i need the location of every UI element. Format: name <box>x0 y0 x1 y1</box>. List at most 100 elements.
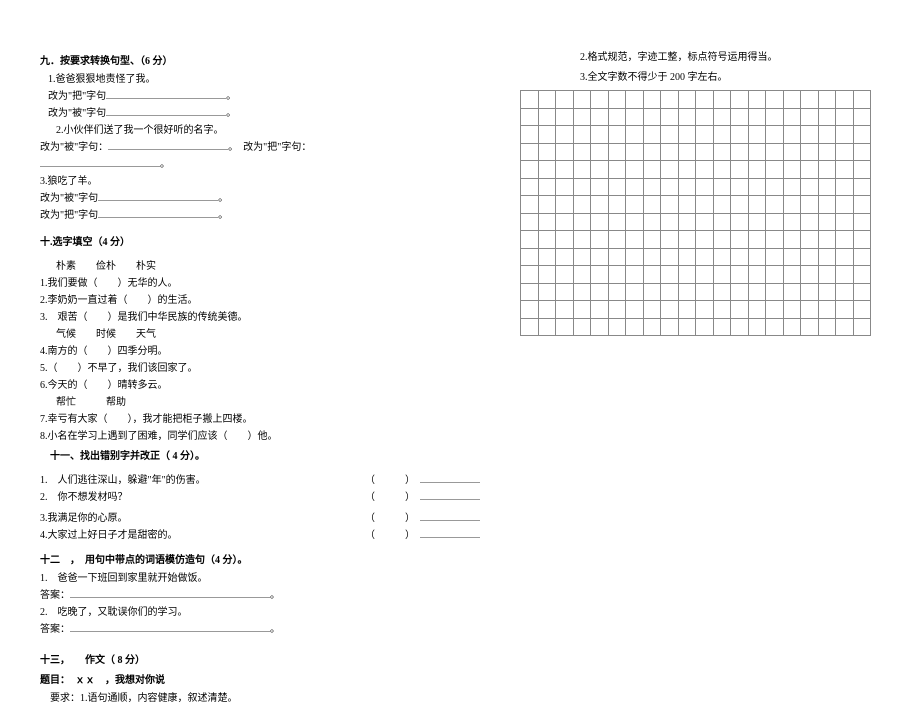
grid-cell <box>731 126 749 144</box>
grid-cell <box>853 318 871 336</box>
grid-cell <box>801 108 819 126</box>
grid-cell <box>801 283 819 301</box>
grid-cell <box>556 318 574 336</box>
grid-cell <box>748 178 766 196</box>
grid-cell <box>538 266 556 284</box>
blank <box>98 191 218 201</box>
grid-cell <box>766 248 784 266</box>
grid-cell <box>766 301 784 319</box>
blank <box>106 106 226 116</box>
grid-cell <box>591 266 609 284</box>
grid-cell <box>853 126 871 144</box>
grid-cell <box>661 108 679 126</box>
section11-q4: 4.大家过上好日子才是甜密的。 （ ） <box>40 528 480 544</box>
grid-cell <box>643 196 661 214</box>
section10-q6: 6.今天的（ ）晴转多云。 <box>40 378 480 394</box>
grid-cell <box>748 196 766 214</box>
grid-cell <box>731 161 749 179</box>
grid-cell <box>783 231 801 249</box>
grid-cell <box>573 161 591 179</box>
grid-cell <box>801 231 819 249</box>
grid-cell <box>591 301 609 319</box>
grid-cell <box>678 231 696 249</box>
blank <box>40 157 160 167</box>
grid-cell <box>538 161 556 179</box>
section9-item3-bei: 改为"被"字句。 <box>40 191 480 207</box>
grid-cell <box>818 108 836 126</box>
grid-cell <box>836 318 854 336</box>
grid-cell <box>661 231 679 249</box>
grid-cell <box>836 126 854 144</box>
ans-label: 答案： <box>40 624 70 635</box>
grid-cell <box>591 318 609 336</box>
grid-cell <box>731 178 749 196</box>
grid-cell <box>783 178 801 196</box>
grid-cell <box>678 283 696 301</box>
grid-cell <box>643 161 661 179</box>
grid-cell <box>696 213 714 231</box>
bei-label: 改为"被"字句： <box>40 142 108 153</box>
grid-cell <box>678 143 696 161</box>
grid-cell <box>836 266 854 284</box>
grid-cell <box>626 178 644 196</box>
grid-cell <box>678 126 696 144</box>
grid-cell <box>521 231 539 249</box>
grid-cell <box>626 283 644 301</box>
grid-cell <box>573 178 591 196</box>
grid-cell <box>731 266 749 284</box>
grid-cell <box>731 301 749 319</box>
grid-cell <box>661 248 679 266</box>
grid-cell <box>626 266 644 284</box>
grid-cell <box>818 178 836 196</box>
grid-cell <box>783 196 801 214</box>
section9-item1-ba: 改为"把"字句。 <box>48 89 480 105</box>
grid-cell <box>801 266 819 284</box>
grid-cell <box>608 126 626 144</box>
grid-cell <box>801 248 819 266</box>
grid-cell <box>626 213 644 231</box>
grid-cell <box>801 301 819 319</box>
grid-cell <box>626 91 644 109</box>
section9-item3-text: 3.狼吃了羊。 <box>40 174 480 190</box>
grid-cell <box>556 161 574 179</box>
q-text: 1. 人们逃往深山，躲避"年"的伤害。 <box>40 473 365 489</box>
grid-cell <box>713 231 731 249</box>
composition-grid <box>520 90 871 336</box>
grid-cell <box>818 283 836 301</box>
grid-cell <box>731 91 749 109</box>
grid-cell <box>853 178 871 196</box>
grid-cell <box>556 283 574 301</box>
grid-cell <box>538 283 556 301</box>
grid-cell <box>608 91 626 109</box>
grid-cell <box>521 301 539 319</box>
grid-cell <box>643 248 661 266</box>
grid-cell <box>783 161 801 179</box>
grid-cell <box>643 108 661 126</box>
grid-cell <box>818 213 836 231</box>
grid-cell <box>748 126 766 144</box>
grid-cell <box>591 126 609 144</box>
section13-req1: 要求：1.语句通顺，内容健康，叙述清楚。 <box>40 691 480 707</box>
section10-title: 十.选字填空（4 分） <box>40 235 480 251</box>
grid-cell <box>748 283 766 301</box>
paren: （ ） <box>365 490 480 506</box>
grid-cell <box>591 283 609 301</box>
grid-cell <box>853 213 871 231</box>
grid-cell <box>783 301 801 319</box>
grid-cell <box>556 266 574 284</box>
blank <box>420 511 480 521</box>
grid-cell <box>696 301 714 319</box>
grid-cell <box>696 283 714 301</box>
grid-cell <box>836 248 854 266</box>
section10-q7: 7.幸亏有大家（ ），我才能把柜子搬上四楼。 <box>40 412 480 428</box>
ba-label: 改为"把"字句 <box>40 210 98 221</box>
section9-item2-line: 改为"被"字句：。 改为"把"字句： <box>40 140 480 156</box>
grid-cell <box>643 91 661 109</box>
grid-cell <box>783 266 801 284</box>
grid-cell <box>783 91 801 109</box>
section12-q1: 1. 爸爸一下班回到家里就开始做饭。 <box>40 571 480 587</box>
grid-cell <box>591 143 609 161</box>
grid-cell <box>713 126 731 144</box>
grid-cell <box>836 161 854 179</box>
grid-cell <box>818 301 836 319</box>
